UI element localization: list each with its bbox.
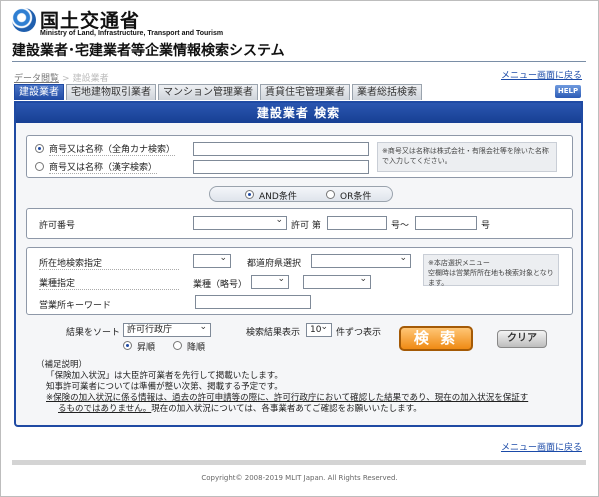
footer-divider (12, 460, 586, 465)
copyright: Copyright© 2008-2019 MLIT Japan. All Rig… (201, 474, 398, 482)
tab-real-estate[interactable]: 宅地建物取引業者 (66, 84, 156, 100)
location-note-line2: 空欄時は営業所所在地も検索対象となります。 (428, 269, 554, 287)
display-count-label: 検索結果表示 (246, 328, 301, 338)
license-prefix-label: 許可 第 (291, 221, 321, 231)
category-tabs: 建設業者 宅地建物取引業者 マンション管理業者 賃貸住宅管理業者 業者総括検索 (14, 84, 424, 100)
search-button[interactable]: 検 索 (399, 326, 473, 351)
supplementary-notes: （補足説明） 「保険加入状況」は大臣許可業者を先行して掲載いたします。 知事許可… (36, 360, 576, 415)
notes-line-3a: ※保険の加入状況に係る情報は、過去の許可申請等の際に、許可行政庁において確認した… (46, 393, 529, 403)
sort-asc-label: 昇順 (137, 343, 156, 353)
ministry-logo-icon (12, 8, 36, 32)
license-from-input[interactable] (327, 216, 387, 230)
tab-construction[interactable]: 建設業者 (14, 84, 64, 100)
sort-field-select[interactable]: 許可行政庁 (123, 322, 211, 337)
notes-line-1: 「保険加入状況」は大臣許可業者を先行して掲載いたします。 (46, 371, 283, 381)
display-count-select[interactable]: 10 (306, 322, 332, 337)
ministry-name: 国土交通省 (40, 10, 141, 32)
license-number-label: 許可番号 (39, 221, 76, 231)
office-keyword-input[interactable] (195, 295, 311, 309)
back-to-menu-link-bottom[interactable]: メニュー画面に戻る (501, 440, 582, 453)
breadcrumb-data-view[interactable]: データ閲覧 (14, 74, 59, 84)
industry-select-2[interactable] (303, 274, 371, 289)
license-to-input[interactable] (415, 216, 477, 230)
industry-abbr-label: 業種（略号） (193, 280, 248, 290)
header-divider (12, 61, 586, 62)
kanji-name-input[interactable] (193, 160, 369, 174)
or-condition-label: OR条件 (340, 192, 372, 202)
radio-kana-search[interactable] (35, 144, 44, 153)
clear-button[interactable]: クリア (497, 330, 547, 348)
sort-label: 結果をソート (66, 328, 121, 338)
notes-heading: （補足説明） (36, 360, 88, 370)
and-condition-label: AND条件 (259, 192, 297, 202)
location-note-line1: ※本店選択メニュー (428, 259, 490, 267)
ministry-name-en: Ministry of Land, Infrastructure, Transp… (40, 30, 224, 37)
back-to-menu-link-top[interactable]: メニュー画面に戻る (501, 68, 582, 81)
radio-sort-desc[interactable] (173, 341, 182, 350)
license-number-box: 許可番号 許可 第 号〜 号 (26, 208, 573, 239)
name-search-box: 商号又は名称（全角カナ検索） 商号又は名称（漢字検索） ※商号又は名称は株式会社… (26, 135, 573, 178)
tab-rental-management[interactable]: 賃貸住宅管理業者 (260, 84, 350, 100)
breadcrumb-current: 建設業者 (72, 74, 109, 84)
sort-desc-label: 降順 (187, 343, 206, 353)
tab-comprehensive-search[interactable]: 業者総括検索 (352, 84, 422, 100)
office-keyword-label: 営業所キーワード (39, 301, 112, 311)
prefecture-select[interactable] (311, 253, 411, 268)
breadcrumb-separator: > (62, 74, 70, 84)
tab-condo-management[interactable]: マンション管理業者 (158, 84, 258, 100)
search-panel: 建設業者 検索 商号又は名称（全角カナ検索） 商号又は名称（漢字検索） ※商号又… (14, 101, 583, 427)
industry-select-1[interactable] (251, 274, 289, 289)
notes-line-3c: 現在の加入状況については、各事業者あてご確認をお願いいたします。 (151, 404, 422, 414)
notes-line-2: 知事許可業者については準備が整い次第、掲載する予定です。 (46, 382, 283, 392)
name-search-note: ※商号又は名称は株式会社・有限会社等を除いた名称で入力してください。 (377, 142, 557, 172)
help-button[interactable]: HELP (555, 85, 581, 98)
system-title: 建設業者･宅建業者等企業情報検索システム (12, 43, 285, 59)
display-count-unit: 件ずつ表示 (336, 328, 382, 338)
radio-sort-asc[interactable] (123, 341, 132, 350)
location-label: 所在地検索指定 (39, 256, 179, 270)
panel-title: 建設業者 検索 (16, 103, 581, 123)
breadcrumb: データ閲覧 > 建設業者 (14, 71, 109, 84)
industry-label: 業種指定 (39, 276, 179, 290)
condition-selector: AND条件 OR条件 (209, 186, 393, 202)
location-scope-select[interactable] (193, 253, 231, 268)
license-suffix-label: 号 (481, 221, 491, 231)
license-authority-select[interactable] (193, 215, 287, 230)
prefecture-label: 都道府県選択 (247, 259, 302, 269)
radio-kanji-search[interactable] (35, 162, 44, 171)
location-note: ※本店選択メニュー 空欄時は営業所所在地も検索対象となります。 (423, 254, 559, 287)
radio-and-condition[interactable] (245, 190, 254, 199)
kana-search-label: 商号又は名称（全角カナ検索） (49, 142, 176, 156)
radio-or-condition[interactable] (326, 190, 335, 199)
notes-line-3b: るものではありません。 (58, 404, 152, 414)
location-industry-box: 所在地検索指定 都道府県選択 ※本店選択メニュー 空欄時は営業所所在地も検索対象… (26, 247, 573, 315)
kana-name-input[interactable] (193, 142, 369, 156)
kanji-search-label: 商号又は名称（漢字検索） (49, 160, 158, 174)
license-middle-label: 号〜 (391, 221, 410, 231)
